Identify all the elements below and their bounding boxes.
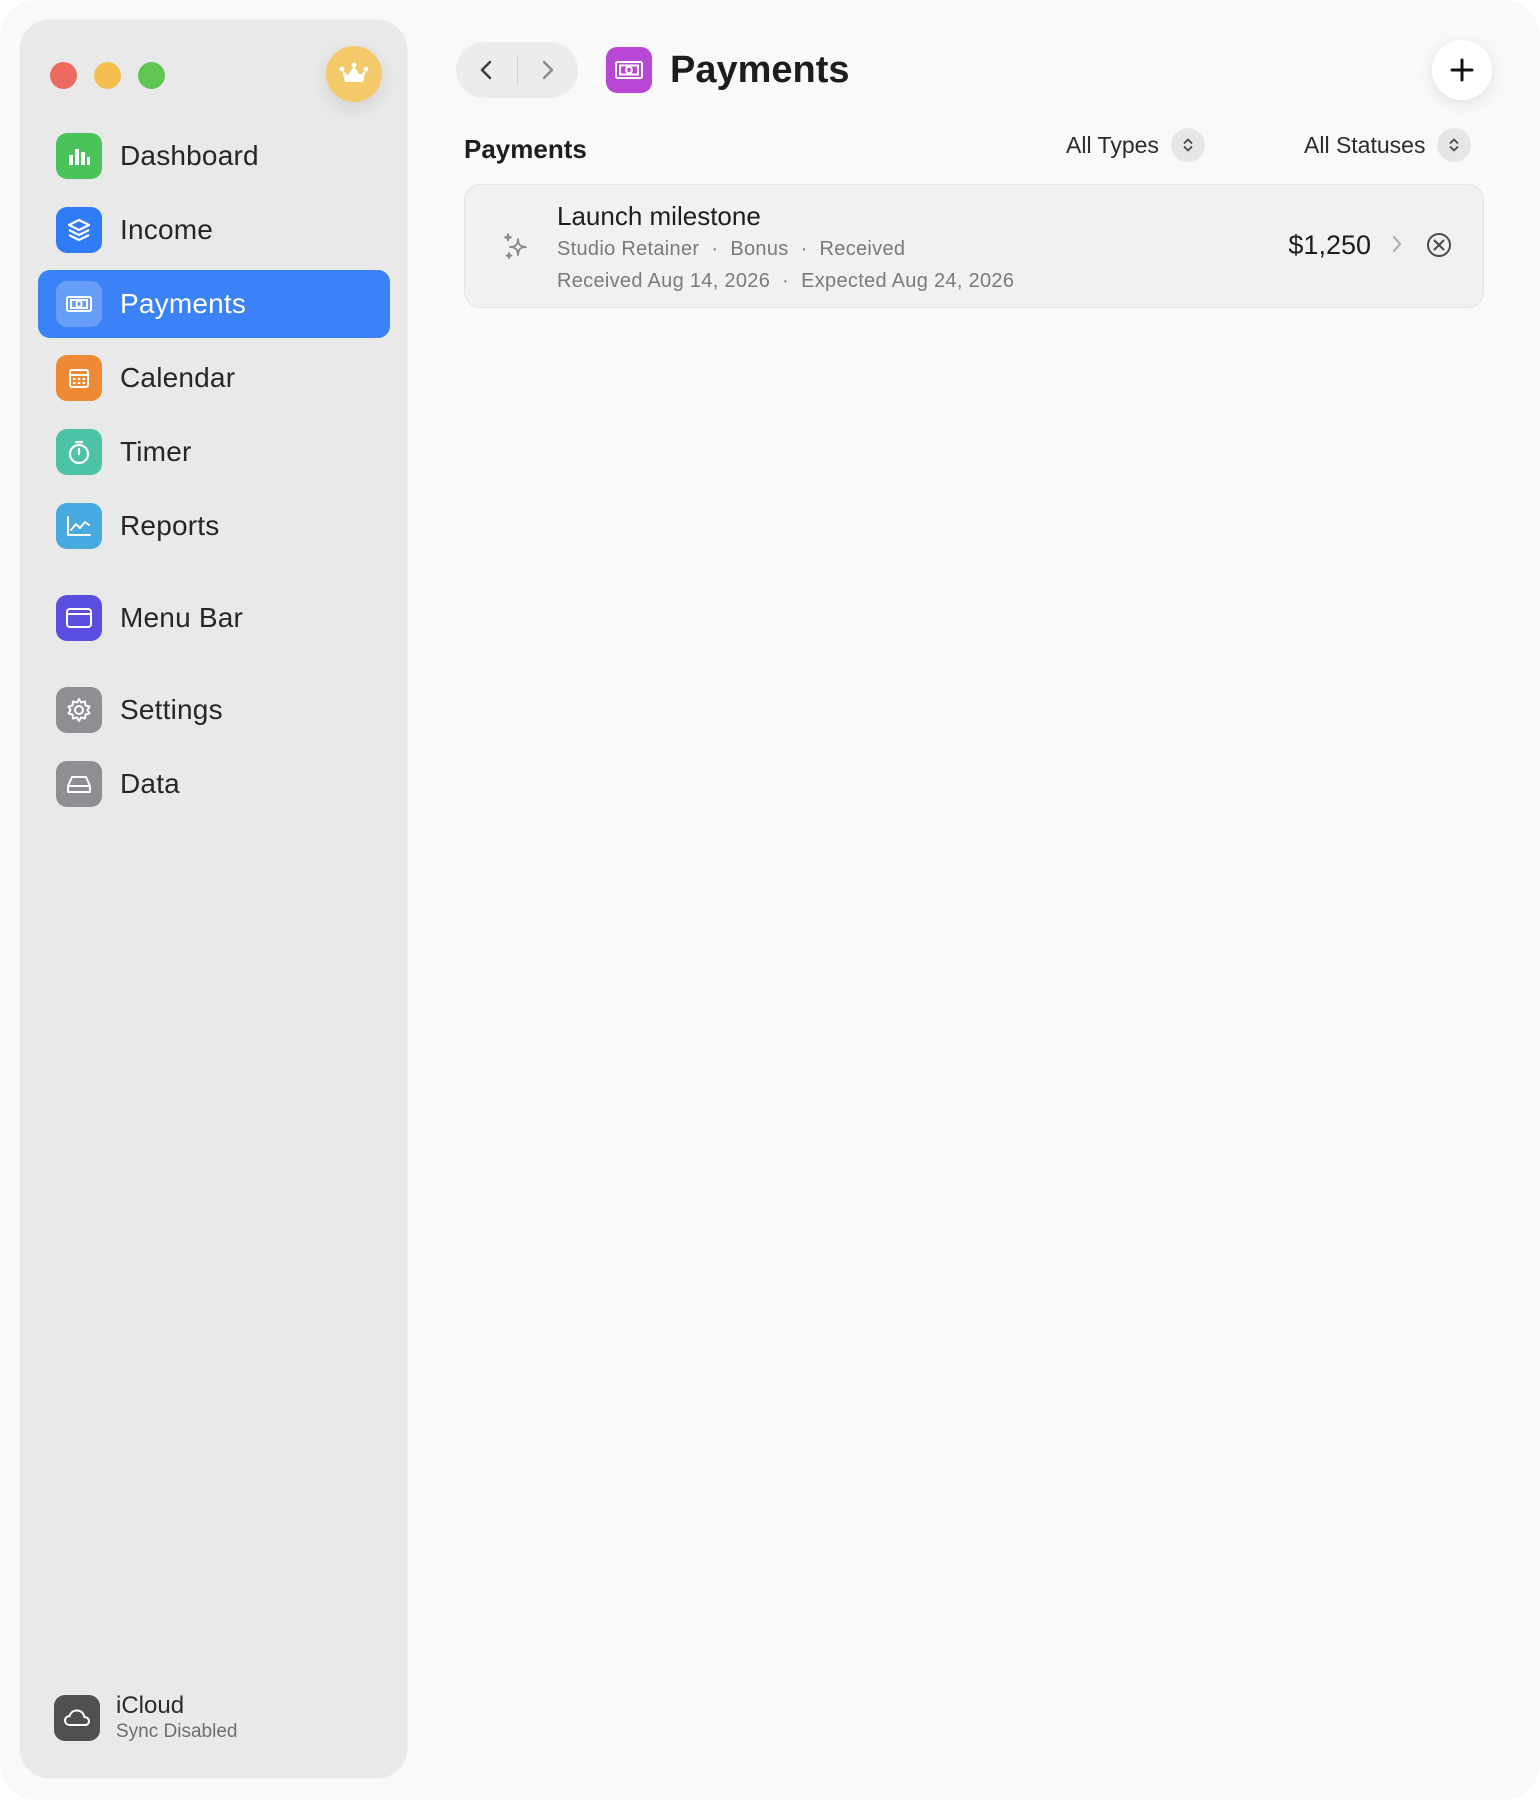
status-filter-value: All Statuses — [1304, 131, 1426, 158]
sidebar-item-menu-bar[interactable]: Menu Bar — [38, 584, 390, 652]
sidebar-item-dashboard[interactable]: Dashboard — [38, 122, 390, 190]
payment-expected-date: Expected Aug 24, 2026 — [801, 270, 1015, 292]
sidebar-item-reports[interactable]: Reports — [38, 492, 390, 560]
sidebar-item-label: Timer — [120, 436, 192, 467]
payment-received-date: Received Aug 14, 2026 — [557, 270, 771, 292]
sparkles-icon — [501, 231, 531, 268]
type-filter-value: All Types — [1066, 131, 1159, 158]
separator: · — [782, 270, 790, 292]
remove-payment-button[interactable] — [1425, 231, 1453, 264]
navigation-arrows — [456, 42, 578, 98]
banknote-icon — [56, 281, 102, 327]
calendar-icon — [56, 355, 102, 401]
banknote-icon — [606, 47, 652, 93]
gear-icon — [56, 687, 102, 733]
plus-icon — [1450, 58, 1474, 82]
stack-icon — [56, 207, 102, 253]
timer-icon — [56, 429, 102, 475]
sidebar-item-label: Data — [120, 768, 180, 799]
close-window-button[interactable] — [50, 62, 77, 89]
icloud-sync-status[interactable]: iCloud Sync Disabled — [54, 1692, 237, 1744]
minimize-window-button[interactable] — [94, 62, 121, 89]
sidebar-item-label: Income — [120, 214, 214, 245]
separator: · — [800, 238, 808, 260]
icloud-status: Sync Disabled — [116, 1721, 238, 1742]
line-chart-icon — [56, 503, 102, 549]
chevron-up-down-icon — [1170, 128, 1205, 162]
payment-title: Launch milestone — [557, 201, 761, 231]
payment-status: Received — [819, 238, 906, 260]
section-title: Payments — [464, 134, 587, 164]
sidebar-item-settings[interactable]: Settings — [38, 676, 390, 744]
chevron-up-down-icon — [1437, 128, 1472, 162]
page-title: Payments — [670, 49, 850, 91]
window-icon — [56, 595, 102, 641]
sidebar-item-data[interactable]: Data — [38, 750, 390, 818]
sidebar-item-timer[interactable]: Timer — [38, 418, 390, 486]
status-filter-select[interactable]: All Statuses — [1304, 128, 1472, 162]
forward-button[interactable] — [517, 42, 578, 98]
chevron-right-icon — [542, 60, 553, 80]
sidebar-item-label: Payments — [120, 288, 247, 319]
type-filter-select[interactable]: All Types — [1066, 128, 1205, 162]
payment-row[interactable]: Launch milestone Studio Retainer · Bonus · R… — [464, 184, 1484, 308]
icloud-title: iCloud — [116, 1692, 185, 1719]
separator: · — [711, 238, 719, 260]
payment-dates: Received Aug 14, 2026 · Expected Aug 24, 2… — [557, 270, 1014, 293]
sidebar-item-label: Menu Bar — [120, 602, 243, 633]
sidebar-item-calendar[interactable]: Calendar — [38, 344, 390, 412]
sidebar-item-income[interactable]: Income — [38, 196, 390, 264]
premium-crown-button[interactable] — [326, 46, 382, 102]
payment-type: Bonus — [730, 238, 789, 260]
payment-details: Studio Retainer · Bonus · Received — [557, 238, 905, 261]
chevron-right-icon — [1391, 234, 1403, 259]
zoom-window-button[interactable] — [138, 62, 165, 89]
bar-chart-icon — [56, 133, 102, 179]
sidebar: Dashboard Income Payments Calendar Timer… — [20, 20, 407, 1778]
sidebar-item-label: Reports — [120, 510, 220, 541]
sidebar-item-payments[interactable]: Payments — [38, 270, 390, 338]
chevron-left-icon — [481, 60, 492, 80]
crown-icon — [339, 62, 369, 82]
payment-amount: $1,250 — [1288, 230, 1371, 260]
sidebar-item-label: Calendar — [120, 362, 236, 393]
sidebar-item-label: Dashboard — [120, 140, 259, 171]
payment-client: Studio Retainer — [557, 238, 700, 260]
sidebar-item-label: Settings — [120, 694, 223, 725]
back-button[interactable] — [456, 42, 517, 98]
cloud-icon — [54, 1695, 100, 1741]
drive-icon — [56, 761, 102, 807]
add-payment-button[interactable] — [1432, 40, 1492, 100]
close-circle-icon — [1427, 233, 1451, 257]
app-window: Dashboard Income Payments Calendar Timer… — [0, 0, 1540, 1800]
